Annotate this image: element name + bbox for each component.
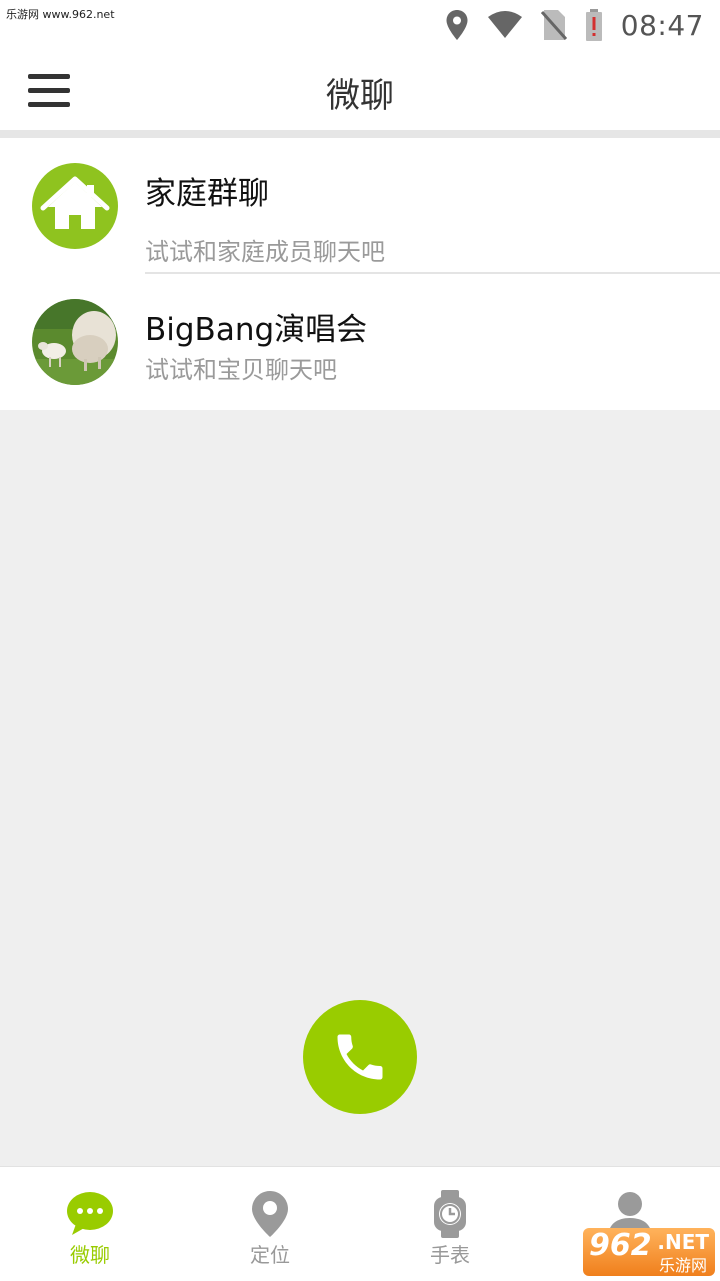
chat-name: BigBang演唱会	[145, 312, 368, 348]
home-icon	[32, 163, 118, 249]
nav-tab-chat[interactable]: 微聊	[0, 1167, 180, 1281]
app-bar: 微聊	[0, 50, 720, 130]
watermark-sub: 乐游网	[658, 1256, 707, 1275]
page-title: 微聊	[326, 76, 394, 116]
watermark-logo: 962 .NET 乐游网	[583, 1228, 715, 1276]
nav-label: 定位	[250, 1243, 290, 1267]
chat-bubble-icon	[65, 1189, 115, 1239]
chat-name: 家庭群聊	[145, 176, 269, 212]
sheep-photo-avatar	[32, 299, 118, 385]
watermark-net: .NET	[657, 1230, 709, 1254]
status-bar: 乐游网 www.962.net 08:47	[0, 0, 720, 50]
wifi-icon	[487, 11, 522, 38]
chat-item-bigbang-concert[interactable]: BigBang演唱会 试试和宝贝聊天吧	[0, 274, 720, 410]
nav-label: 微聊	[70, 1243, 110, 1267]
status-icons: 08:47	[445, 6, 704, 44]
no-sim-icon	[540, 10, 567, 40]
status-time: 08:47	[620, 8, 704, 42]
location-pin-icon	[245, 1189, 295, 1239]
chat-subtitle: 试试和宝贝聊天吧	[145, 356, 337, 384]
chat-item-family-group[interactable]: 家庭群聊 试试和家庭成员聊天吧	[0, 138, 720, 274]
chat-list: 家庭群聊 试试和家庭成员聊天吧 BigBang演唱会 试试和宝贝聊天吧	[0, 138, 720, 410]
phone-icon	[337, 1034, 383, 1080]
app-bar-divider	[0, 130, 720, 138]
watch-icon	[425, 1189, 475, 1239]
location-icon	[446, 10, 468, 40]
nav-tab-location[interactable]: 定位	[180, 1167, 360, 1281]
nav-label: 手表	[430, 1243, 470, 1267]
call-button[interactable]	[303, 1000, 417, 1114]
battery-alert-icon	[585, 9, 602, 41]
chat-subtitle: 试试和家庭成员聊天吧	[145, 238, 385, 266]
watermark-text: 乐游网 www.962.net	[6, 8, 115, 21]
watermark-number: 962	[589, 1228, 652, 1263]
nav-tab-watch[interactable]: 手表	[360, 1167, 540, 1281]
